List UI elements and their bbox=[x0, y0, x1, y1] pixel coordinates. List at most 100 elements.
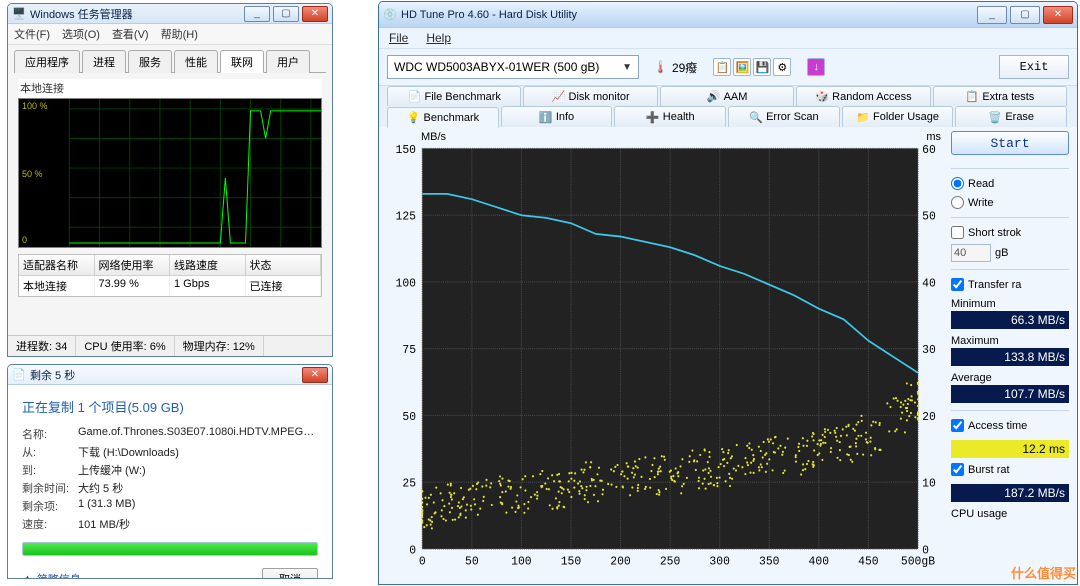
status-cpu: CPU 使用率: 6% bbox=[76, 336, 174, 356]
short-stroke-value[interactable] bbox=[951, 244, 991, 262]
copy-dialog: 📄 剩余 5 秒 ✕ 正在复制 1 个项目(5.09 GB) 名称:Game.o… bbox=[7, 364, 333, 579]
bulb-icon: 💡 bbox=[407, 111, 420, 124]
min-label: Minimum bbox=[951, 298, 1069, 310]
minimize-button[interactable]: _ bbox=[977, 6, 1007, 24]
access-time-check[interactable]: Access time bbox=[951, 418, 1069, 433]
maximize-button[interactable]: ▢ bbox=[273, 6, 299, 22]
col-state[interactable]: 状态 bbox=[246, 255, 322, 276]
tab-error-scan[interactable]: 🔍Error Scan bbox=[728, 106, 840, 127]
max-label: Maximum bbox=[951, 335, 1069, 347]
less-info-link[interactable]: 简略信息 bbox=[37, 571, 81, 579]
copy-titlebar[interactable]: 📄 剩余 5 秒 ✕ bbox=[8, 365, 332, 385]
network-table: 适配器名称 网络使用率 线路速度 状态 本地连接 73.99 % 1 Gbps … bbox=[18, 254, 322, 297]
tab-file-benchmark[interactable]: 📄File Benchmark bbox=[387, 86, 521, 106]
avg-value: 107.7 MB/s bbox=[951, 385, 1069, 403]
chevron-up-icon[interactable]: ▲ bbox=[22, 573, 33, 579]
tm-menu-options[interactable]: 选项(O) bbox=[62, 26, 100, 42]
hdt-titlebar[interactable]: 💿 HD Tune Pro 4.60 - Hard Disk Utility _… bbox=[379, 2, 1077, 28]
tab-users[interactable]: 用户 bbox=[266, 50, 310, 73]
status-mem: 物理内存: 12% bbox=[175, 336, 264, 356]
tab-info[interactable]: ℹ️Info bbox=[501, 106, 613, 127]
hdt-app-icon: 💿 bbox=[383, 8, 397, 22]
start-button[interactable]: Start bbox=[951, 131, 1069, 155]
svg-text:150: 150 bbox=[396, 144, 417, 157]
close-button[interactable]: ✕ bbox=[302, 367, 328, 383]
tab-health[interactable]: ➕Health bbox=[614, 106, 726, 127]
svg-text:100: 100 bbox=[511, 554, 532, 568]
svg-text:40: 40 bbox=[922, 276, 936, 290]
tab-folder-usage[interactable]: 📁Folder Usage bbox=[842, 106, 954, 127]
hdt-menu-file[interactable]: File bbox=[389, 31, 408, 45]
tm-menu-view[interactable]: 查看(V) bbox=[112, 26, 149, 42]
thermometer-icon: 🌡️ bbox=[653, 60, 668, 74]
tab-benchmark[interactable]: 💡Benchmark bbox=[387, 107, 499, 128]
kv-items-k: 剩余项: bbox=[22, 498, 78, 514]
drive-label: WDC WD5003ABYX-01WER (500 gB) bbox=[394, 60, 599, 74]
close-button[interactable]: ✕ bbox=[302, 6, 328, 22]
network-chart: 100 % 50 % 0 bbox=[18, 98, 322, 248]
kv-name-k: 名称: bbox=[22, 426, 78, 442]
tabrow-2: 💡Benchmark ℹ️Info ➕Health 🔍Error Scan 📁F… bbox=[379, 106, 1077, 127]
benchmark-chart: 1501251007550250605040302010005010015020… bbox=[387, 144, 947, 585]
folder-icon: 📁 bbox=[856, 111, 869, 124]
cancel-button[interactable]: 取消 bbox=[262, 568, 318, 579]
down-icon[interactable]: ↓ bbox=[807, 58, 825, 76]
col-util[interactable]: 网络使用率 bbox=[95, 255, 171, 276]
tab-network[interactable]: 联网 bbox=[220, 50, 264, 73]
minimize-button[interactable]: _ bbox=[244, 6, 270, 22]
progress-fill bbox=[23, 543, 317, 555]
svg-text:10: 10 bbox=[922, 476, 936, 490]
tm-menu-help[interactable]: 帮助(H) bbox=[161, 26, 198, 42]
cell-util: 73.99 % bbox=[95, 276, 171, 296]
tab-erase[interactable]: 🗑️Erase bbox=[955, 106, 1067, 127]
exit-button[interactable]: Exit bbox=[999, 55, 1069, 79]
tab-aam[interactable]: 🔊AAM bbox=[660, 86, 794, 106]
tabrow-1: 📄File Benchmark 📈Disk monitor 🔊AAM 🎲Rand… bbox=[379, 86, 1077, 106]
hdt-menubar: File Help bbox=[379, 28, 1077, 49]
close-button[interactable]: ✕ bbox=[1043, 6, 1073, 24]
settings-icon[interactable]: ⚙ bbox=[773, 58, 791, 76]
cpu-label: CPU usage bbox=[951, 508, 1069, 520]
burst-check[interactable]: Burst rat bbox=[951, 462, 1069, 477]
list-icon: 📋 bbox=[965, 90, 978, 103]
save-icon[interactable]: 💾 bbox=[753, 58, 771, 76]
tm-titlebar[interactable]: 🖥️ Windows 任务管理器 _ ▢ ✕ bbox=[8, 4, 332, 24]
col-adapter[interactable]: 适配器名称 bbox=[19, 255, 95, 276]
maximize-button[interactable]: ▢ bbox=[1010, 6, 1040, 24]
svg-text:50: 50 bbox=[465, 554, 479, 568]
write-radio[interactable]: Write bbox=[951, 195, 1069, 210]
read-radio[interactable]: Read bbox=[951, 176, 1069, 191]
burst-value: 187.2 MB/s bbox=[951, 484, 1069, 502]
progress-bar bbox=[22, 542, 318, 556]
svg-text:0: 0 bbox=[409, 543, 416, 557]
svg-text:250: 250 bbox=[660, 554, 681, 568]
tab-disk-monitor[interactable]: 📈Disk monitor bbox=[523, 86, 657, 106]
kv-time-k: 剩余时间: bbox=[22, 480, 78, 496]
chevron-down-icon: ▼ bbox=[622, 62, 632, 73]
watermark: 什么值得买 bbox=[1011, 563, 1076, 582]
kv-speed-v: 101 MB/秒 bbox=[78, 516, 318, 532]
table-row[interactable]: 本地连接 73.99 % 1 Gbps 已连接 bbox=[19, 276, 321, 296]
net-ylabel-0: 0 bbox=[22, 235, 27, 245]
col-linkspeed[interactable]: 线路速度 bbox=[170, 255, 246, 276]
trash-icon: 🗑️ bbox=[988, 111, 1001, 124]
short-stroke-check[interactable]: Short strok bbox=[951, 225, 1069, 240]
tab-procs[interactable]: 进程 bbox=[82, 50, 126, 73]
kv-to-v: 上传缓冲 (W:) bbox=[78, 462, 318, 478]
tab-extra-tests[interactable]: 📋Extra tests bbox=[933, 86, 1067, 106]
kv-from-v: 下载 (H:\Downloads) bbox=[78, 444, 318, 460]
tab-random-access[interactable]: 🎲Random Access bbox=[796, 86, 930, 106]
file-icon: 📄 bbox=[407, 90, 420, 103]
drive-select[interactable]: WDC WD5003ABYX-01WER (500 gB) ▼ bbox=[387, 55, 639, 79]
avg-label: Average bbox=[951, 372, 1069, 384]
screenshot-icon[interactable]: 🖼️ bbox=[733, 58, 751, 76]
copy-icon[interactable]: 📋 bbox=[713, 58, 731, 76]
tab-perf[interactable]: 性能 bbox=[174, 50, 218, 73]
tab-services[interactable]: 服务 bbox=[128, 50, 172, 73]
tab-apps[interactable]: 应用程序 bbox=[14, 50, 80, 73]
svg-text:30: 30 bbox=[922, 343, 936, 357]
hdt-menu-help[interactable]: Help bbox=[426, 31, 451, 45]
benchmark-right-panel: Start Read Write Short strok gB Transfer… bbox=[951, 131, 1069, 585]
transfer-check[interactable]: Transfer ra bbox=[951, 277, 1069, 292]
tm-menu-file[interactable]: 文件(F) bbox=[14, 26, 50, 42]
